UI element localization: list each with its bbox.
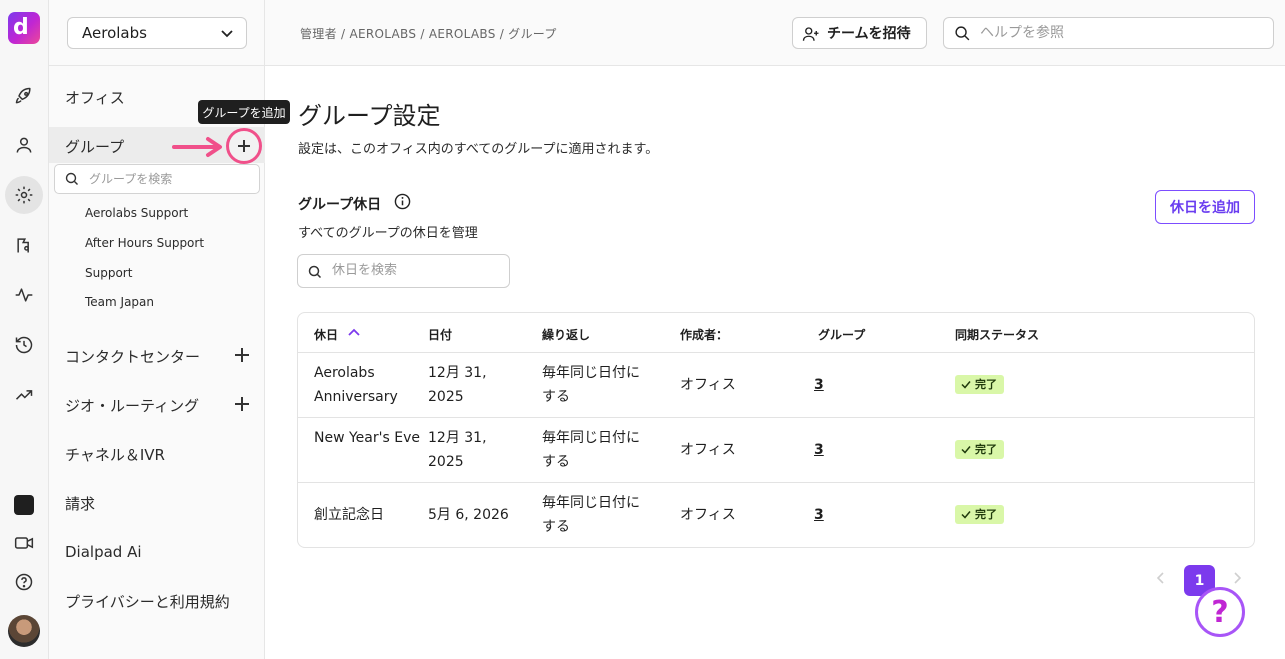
search-icon [308,265,322,279]
cell-holiday: New Year's Eve [314,430,420,446]
group-item[interactable]: Team Japan [85,295,154,309]
cell-date: 5月 6, 2026 [428,507,509,523]
history-icon[interactable] [12,333,36,357]
rocket-icon[interactable] [12,84,36,108]
add-holiday-button[interactable]: 休日を追加 [1155,190,1255,224]
sidebar-item-dialpad-ai[interactable]: Dialpad Ai [65,543,142,561]
plus-icon [238,140,250,152]
check-icon [961,511,971,519]
status-badge-label: 完了 [975,443,997,456]
add-group-button[interactable] [226,128,262,164]
arrow-right-icon [172,137,222,157]
table-row[interactable]: Aerolabs Anniversary 12月 31, 2025 毎年同じ日付… [298,353,1254,418]
breadcrumb: 管理者 / AEROLABS / AEROLABS / グループ [300,27,557,41]
add-contact-center-icon[interactable] [235,348,249,362]
dialpad-icon[interactable] [14,495,34,515]
sort-ascending-icon[interactable] [348,328,360,336]
status-badge: 完了 [955,375,1004,394]
org-select-value: Aerolabs [82,24,147,42]
sidebar-item-billing[interactable]: 請求 [65,493,95,514]
help-search-placeholder: ヘルプを参照 [980,25,1064,41]
page-subtitle: 設定は、このオフィス内のすべてのグループに適用されます。 [298,142,659,157]
cell-creator: オフィス [680,507,736,523]
table-row[interactable]: 創立記念日 5月 6, 2026 毎年同じ日付にする オフィス 3 完了 [298,483,1254,547]
column-header-groups: グループ [818,328,866,342]
sidebar-item-privacy[interactable]: プライバシーと利用規約 [65,591,230,612]
top-bar: 管理者 / AEROLABS / AEROLABS / グループ チームを招待 … [265,0,1285,66]
group-item[interactable]: Aerolabs Support [85,206,188,220]
holiday-search-input[interactable]: 休日を検索 [297,254,510,288]
video-icon[interactable] [12,531,36,555]
check-icon [961,446,971,454]
holiday-search-placeholder: 休日を検索 [332,263,398,278]
cell-holiday: Aerolabs Anniversary [314,365,398,405]
page-title: グループ設定 [298,102,441,130]
column-header-holiday[interactable]: 休日 [314,326,338,343]
cell-creator: オフィス [680,442,736,458]
section-title: グループ休日 [298,197,382,213]
section-subtitle: すべてのグループの休日を管理 [298,226,478,241]
sidebar-item-channels-ivr[interactable]: チャネル＆IVR [65,444,165,465]
cell-holiday: 創立記念日 [314,507,384,523]
cell-repeat: 毎年同じ日付にする [542,495,640,535]
cell-creator: オフィス [680,377,736,393]
help-button[interactable]: ? [1195,587,1245,637]
routing-icon[interactable] [12,233,36,257]
column-header-creator: 作成者： [680,328,729,342]
group-search-input[interactable]: グループを検索 [54,164,260,194]
icon-rail: d [0,0,49,659]
person-icon[interactable] [12,133,36,157]
add-geo-routing-icon[interactable] [235,397,249,411]
avatar[interactable] [8,615,40,647]
table-row[interactable]: New Year's Eve 12月 31, 2025 毎年同じ日付にする オフ… [298,418,1254,483]
sidebar-item-geo-routing[interactable]: ジオ・ルーティング [65,395,199,416]
main-content: グループ設定 設定は、このオフィス内のすべてのグループに適用されます。 グループ… [265,66,1285,659]
chevron-down-icon [221,30,233,38]
status-badge: 完了 [955,440,1004,459]
invite-team-button[interactable]: チームを招待 [792,17,927,49]
holidays-table: 休日 日付 繰り返し 作成者： グループ 同期ステータス Aerolabs An… [297,312,1255,548]
cell-groups-link[interactable]: 3 [814,438,824,462]
help-search-input[interactable]: ヘルプを参照 [943,17,1274,49]
settings-sidebar: Aerolabs オフィス グループ グループを検索 Aerolabs Supp… [49,0,265,659]
group-item[interactable]: Support [85,266,132,280]
table-header: 休日 日付 繰り返し 作成者： グループ 同期ステータス [298,313,1254,353]
cell-repeat: 毎年同じ日付にする [542,365,640,405]
group-item[interactable]: After Hours Support [85,236,204,250]
search-icon [65,172,78,185]
cell-repeat: 毎年同じ日付にする [542,430,640,470]
column-header-sync-status: 同期ステータス [955,328,1040,342]
sidebar-item-groups[interactable]: グループ [65,136,124,157]
cell-date: 12月 31, 2025 [428,430,487,470]
search-icon [955,26,970,41]
sidebar-item-contact-center[interactable]: コンタクトセンター [65,346,200,367]
invite-team-label: チームを招待 [827,26,911,42]
gear-icon[interactable] [12,183,36,207]
question-icon[interactable] [12,570,36,594]
status-badge-label: 完了 [975,378,997,391]
cell-groups-link[interactable]: 3 [814,503,824,527]
cell-groups-link[interactable]: 3 [814,373,824,397]
group-search-placeholder: グループを検索 [89,172,173,186]
cell-date: 12月 31, 2025 [428,365,487,405]
trending-icon[interactable] [12,383,36,407]
status-badge-label: 完了 [975,508,997,521]
add-group-tooltip: グループを追加 [198,100,290,124]
sidebar-divider [49,65,265,66]
chevron-left-icon[interactable] [1155,571,1167,585]
activity-icon[interactable] [12,283,36,307]
sidebar-item-office[interactable]: オフィス [65,87,125,108]
status-badge: 完了 [955,505,1004,524]
column-header-date: 日付 [428,328,453,342]
add-person-icon [802,27,819,41]
app-window: d Aerolabs オフィス グループ グループを検索 Aerolabs Su… [0,0,1285,659]
check-icon [961,381,971,389]
info-icon[interactable] [394,193,411,210]
chevron-right-icon[interactable] [1231,571,1243,585]
logo-letter: d [13,15,29,40]
column-header-repeat: 繰り返し [542,328,591,342]
org-select[interactable]: Aerolabs [67,17,247,49]
